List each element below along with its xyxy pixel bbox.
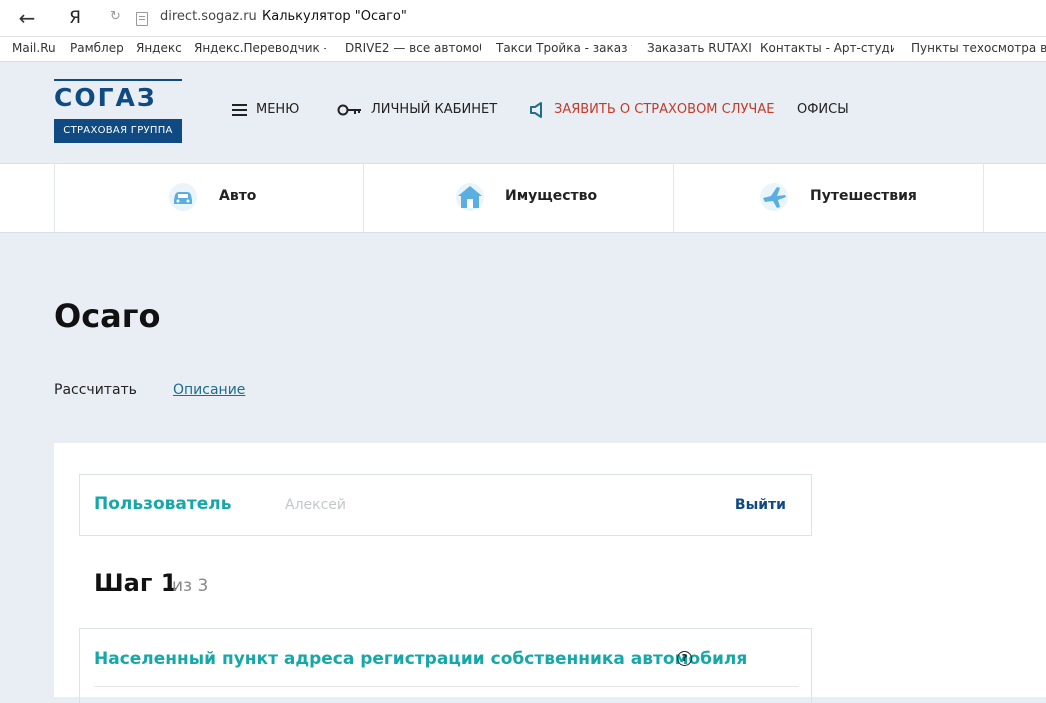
category-auto-label: Авто (219, 188, 257, 204)
category-more[interactable] (983, 164, 1046, 232)
page-icon (136, 12, 148, 26)
back-arrow-icon[interactable]: ← (14, 7, 40, 29)
divider (94, 686, 799, 687)
sogaz-logo[interactable]: СОГАЗ СТРАХОВАЯ ГРУППА (54, 79, 182, 143)
url-page-title: Калькулятор "Осаго" (262, 9, 407, 24)
offices-link[interactable]: ОФИСЫ (797, 100, 853, 120)
url-domain: direct.sogaz.ru (160, 9, 257, 24)
category-bar: Авто Имущество Путешествия (0, 164, 1046, 233)
menu-label: МЕНЮ (256, 102, 300, 117)
personal-cabinet-link[interactable]: ЛИЧНЫЙ КАБИНЕТ (337, 100, 497, 120)
step-total: из 3 (172, 576, 209, 596)
logout-button[interactable]: Выйти (735, 497, 786, 513)
user-label: Пользователь (94, 494, 232, 514)
bookmark-yandex-translate[interactable]: Яндекс.Переводчик – с (194, 41, 326, 55)
browser-address-bar: ← Я ↻ direct.sogaz.ru Калькулятор "Осаго… (0, 0, 1046, 37)
bookmark-art-studio[interactable]: Контакты - Арт-студия (760, 41, 894, 55)
user-box: Пользователь Алексей Выйти (79, 474, 812, 536)
tab-calculate[interactable]: Рассчитать (54, 382, 137, 398)
step-indicator: Шаг 1 (94, 569, 178, 597)
offices-label: ОФИСЫ (797, 102, 849, 117)
bookmark-taxi-troika[interactable]: Такси Тройка - заказ т (496, 41, 632, 55)
report-case-link[interactable]: ЗАЯВИТЬ О СТРАХОВОМ СЛУЧАЕ (529, 100, 774, 120)
car-icon (169, 183, 197, 211)
menu-button[interactable]: МЕНЮ (232, 100, 302, 120)
report-case-label: ЗАЯВИТЬ О СТРАХОВОМ СЛУЧАЕ (554, 102, 775, 117)
calculator-panel: Пользователь Алексей Выйти Шаг 1 из 3 На… (54, 443, 1046, 703)
cabinet-label: ЛИЧНЫЙ КАБИНЕТ (371, 102, 498, 117)
category-travel-label: Путешествия (810, 188, 917, 204)
reload-icon[interactable]: ↻ (110, 9, 121, 24)
bookmark-rambler[interactable]: Рамблер (70, 41, 124, 55)
hamburger-icon (232, 104, 247, 116)
page-title: Осаго (54, 297, 161, 335)
user-name: Алексей (285, 497, 347, 513)
category-property[interactable]: Имущество (363, 164, 674, 232)
tab-description[interactable]: Описание (173, 382, 245, 398)
url-field[interactable]: ↻ direct.sogaz.ru Калькулятор "Осаго" (104, 6, 1046, 30)
site-header: СОГАЗ СТРАХОВАЯ ГРУППА МЕНЮ ЛИЧНЫЙ КАБИН… (0, 62, 1046, 164)
plane-icon (760, 183, 788, 211)
logo-word: СОГАЗ (54, 83, 157, 112)
bookmark-yandex[interactable]: Яндекс (136, 41, 182, 55)
category-auto[interactable]: Авто (54, 164, 364, 232)
category-travel[interactable]: Путешествия (673, 164, 984, 232)
bookmarks-bar: Mail.Ru Рамблер Яндекс Яндекс.Переводчик… (0, 37, 1046, 62)
key-icon (337, 104, 361, 116)
bookmark-mailru[interactable]: Mail.Ru (12, 41, 56, 55)
house-icon (456, 183, 484, 211)
bookmark-drive2[interactable]: DRIVE2 — все автомоб (345, 41, 481, 55)
speaker-icon (530, 102, 542, 118)
registration-address-section: Населенный пункт адреса регистрации собс… (79, 628, 812, 703)
registration-address-label: Населенный пункт адреса регистрации собс… (94, 649, 748, 669)
help-icon[interactable]: ? (677, 651, 692, 666)
category-property-label: Имущество (505, 188, 598, 204)
yandex-home-button[interactable]: Я (66, 7, 84, 29)
bookmark-techinspection[interactable]: Пункты техосмотра в г (911, 41, 1046, 55)
logo-subtitle: СТРАХОВАЯ ГРУППА (54, 119, 182, 143)
bookmark-rutaxi[interactable]: Заказать RUTAXI (647, 41, 752, 55)
